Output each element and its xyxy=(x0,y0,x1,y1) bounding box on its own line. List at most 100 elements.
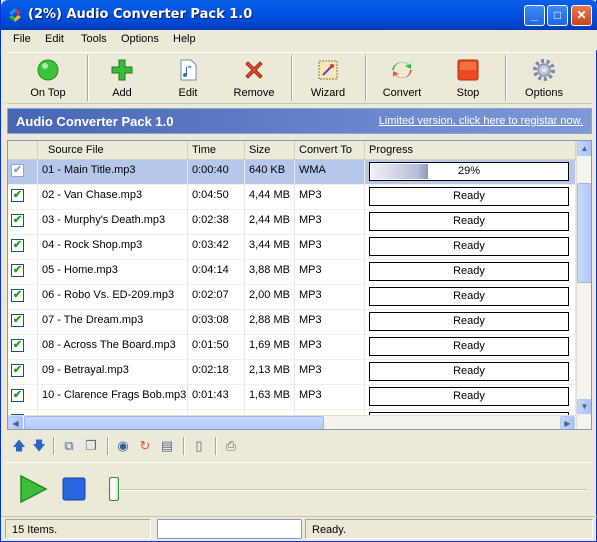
progress-bar: Ready xyxy=(369,262,569,281)
table-row[interactable]: ✔ 04 - Rock Shop.mp3 0:03:42 3,44 MB MP3 Read… xyxy=(8,235,576,260)
minimize-button[interactable]: _ xyxy=(524,5,545,26)
copy-icon[interactable]: ⧉ xyxy=(61,438,77,454)
play-file-icon[interactable]: ◉ xyxy=(115,438,131,454)
seek-track[interactable] xyxy=(107,489,587,491)
check-cell: ✔ xyxy=(8,310,38,335)
row-checkbox[interactable]: ✔ xyxy=(11,364,24,377)
play-icon[interactable] xyxy=(17,473,49,505)
table-row[interactable]: ✔ 03 - Murphy's Death.mp3 0:02:38 2,44 MB MP… xyxy=(8,210,576,235)
scroll-down-icon[interactable]: ▼ xyxy=(577,399,591,414)
convert-file-icon[interactable]: ↻ xyxy=(137,438,153,454)
table-row[interactable]: ✔ 10 - Clarence Frags Bob.mp3 0:01:43 1,63 … xyxy=(8,385,576,410)
horizontal-scroll-thumb[interactable] xyxy=(24,416,324,429)
options-label: Options xyxy=(525,87,563,99)
time-cell: 0:01:50 xyxy=(188,335,245,360)
progress-bar: 29% xyxy=(369,162,569,181)
stop-button[interactable]: Stop xyxy=(437,55,499,105)
edit-label: Edit xyxy=(178,87,198,99)
vertical-scroll-thumb[interactable] xyxy=(577,183,591,283)
menu-help[interactable]: Help xyxy=(173,33,196,45)
progress-text: Ready xyxy=(453,365,485,377)
row-checkbox[interactable]: ✔ xyxy=(11,289,24,302)
time-cell: 0:00:40 xyxy=(188,160,245,185)
info-icon[interactable]: ▤ xyxy=(159,438,175,454)
size-cell: 4,44 MB xyxy=(245,185,295,210)
format-cell: MP3 xyxy=(295,385,365,410)
header-progress[interactable]: Progress xyxy=(365,141,576,159)
row-checkbox[interactable]: ✔ xyxy=(11,314,24,327)
progress-text: Ready xyxy=(453,215,485,227)
format-cell: MP3 xyxy=(295,285,365,310)
format-cell: MP3 xyxy=(295,235,365,260)
duplicate-icon[interactable]: ❐ xyxy=(83,438,99,454)
progress-text: Ready xyxy=(453,390,485,402)
close-button[interactable]: ✕ xyxy=(571,5,592,26)
wizard-label: Wizard xyxy=(310,87,346,99)
green-circle-icon xyxy=(37,59,59,81)
header-convert-to[interactable]: Convert To xyxy=(295,141,365,159)
vertical-scrollbar[interactable]: ▲ ▼ xyxy=(576,141,591,429)
time-cell: 0:02:38 xyxy=(188,210,245,235)
table-row[interactable]: ✔ 01 - Main Title.mp3 0:00:40 640 KB WMA 29% xyxy=(8,160,576,185)
menu-tools[interactable]: Tools xyxy=(81,33,107,45)
table-row[interactable]: ✔ 07 - The Dream.mp3 0:03:08 2,88 MB MP3 Read… xyxy=(8,310,576,335)
row-checkbox[interactable]: ✔ xyxy=(11,189,24,202)
time-cell: 0:02:18 xyxy=(188,360,245,385)
scroll-up-icon[interactable]: ▲ xyxy=(577,141,591,156)
size-cell: 2,88 MB xyxy=(245,310,295,335)
move-up-icon[interactable]: 🡅 xyxy=(11,438,27,454)
wizard-icon xyxy=(318,60,338,80)
row-checkbox[interactable]: ✔ xyxy=(11,264,24,277)
scroll-right-icon[interactable]: ▶ xyxy=(560,416,575,429)
wizard-button[interactable]: Wizard xyxy=(297,55,359,105)
move-down-icon[interactable]: 🡇 xyxy=(31,438,47,454)
progress-text: Ready xyxy=(453,240,485,252)
row-checkbox[interactable]: ✔ xyxy=(11,164,24,177)
format-cell: WMA xyxy=(295,160,365,185)
header-check[interactable] xyxy=(8,141,38,159)
file-list[interactable]: Source File Time Size Convert To Progres… xyxy=(7,140,592,430)
row-checkbox[interactable]: ✔ xyxy=(11,214,24,227)
title-bar[interactable]: (2%) Audio Converter Pack 1.0 _ □ ✕ xyxy=(1,0,597,30)
stop-playback-icon[interactable] xyxy=(61,476,87,502)
menu-edit[interactable]: Edit xyxy=(45,33,64,45)
action-bar: 🡅 🡇 ⧉ ❐ ◉ ↻ ▤ ▯ ⎙ xyxy=(7,434,592,460)
header-time[interactable]: Time xyxy=(188,141,245,159)
source-file-cell: 09 - Betrayal.mp3 xyxy=(38,360,188,385)
on-top-button[interactable]: On Top xyxy=(15,55,81,105)
menu-options[interactable]: Options xyxy=(121,33,159,45)
source-file-cell: 01 - Main Title.mp3 xyxy=(38,160,188,185)
progress-text: Ready xyxy=(453,265,485,277)
document-icon[interactable]: ▯ xyxy=(191,438,207,454)
header-size[interactable]: Size xyxy=(245,141,295,159)
row-checkbox[interactable]: ✔ xyxy=(11,339,24,352)
source-file-cell: 10 - Clarence Frags Bob.mp3 xyxy=(38,385,188,410)
menu-bar: File Edit Tools Options Help xyxy=(1,30,597,50)
table-row[interactable]: ✔ 09 - Betrayal.mp3 0:02:18 2,13 MB MP3 Ready xyxy=(8,360,576,385)
header-source-file[interactable]: Source File xyxy=(38,141,188,159)
menu-file[interactable]: File xyxy=(13,33,31,45)
row-checkbox[interactable]: ✔ xyxy=(11,239,24,252)
table-row[interactable]: ✔ 08 - Across The Board.mp3 0:01:50 1,69 MB… xyxy=(8,335,576,360)
maximize-button[interactable]: □ xyxy=(547,5,568,26)
progress-bar: Ready xyxy=(369,387,569,406)
format-cell: MP3 xyxy=(295,260,365,285)
horizontal-scrollbar[interactable]: ◀ ▶ xyxy=(8,415,576,429)
table-row[interactable]: ✔ 02 - Van Chase.mp3 0:04:50 4,44 MB MP3 Read… xyxy=(8,185,576,210)
convert-button[interactable]: Convert xyxy=(371,55,433,105)
table-row[interactable]: ✔ 06 - Robo Vs. ED-209.mp3 0:02:07 2,00 MB M… xyxy=(8,285,576,310)
add-button[interactable]: Add xyxy=(91,55,153,105)
edit-button[interactable]: Edit xyxy=(157,55,219,105)
scroll-left-icon[interactable]: ◀ xyxy=(8,416,23,429)
table-row[interactable]: ✔ 05 - Home.mp3 0:04:14 3,88 MB MP3 Ready xyxy=(8,260,576,285)
progress-text: Ready xyxy=(453,315,485,327)
stop-label: Stop xyxy=(456,87,480,99)
seek-slider-handle[interactable] xyxy=(109,477,119,501)
action-separator xyxy=(215,437,217,455)
options-button[interactable]: Options xyxy=(511,55,577,105)
remove-button[interactable]: Remove xyxy=(223,55,285,105)
progress-bar: Ready xyxy=(369,237,569,256)
printer-icon[interactable]: ⎙ xyxy=(223,438,239,454)
register-link[interactable]: Limited version, click here to registar … xyxy=(379,115,583,127)
row-checkbox[interactable]: ✔ xyxy=(11,389,24,402)
